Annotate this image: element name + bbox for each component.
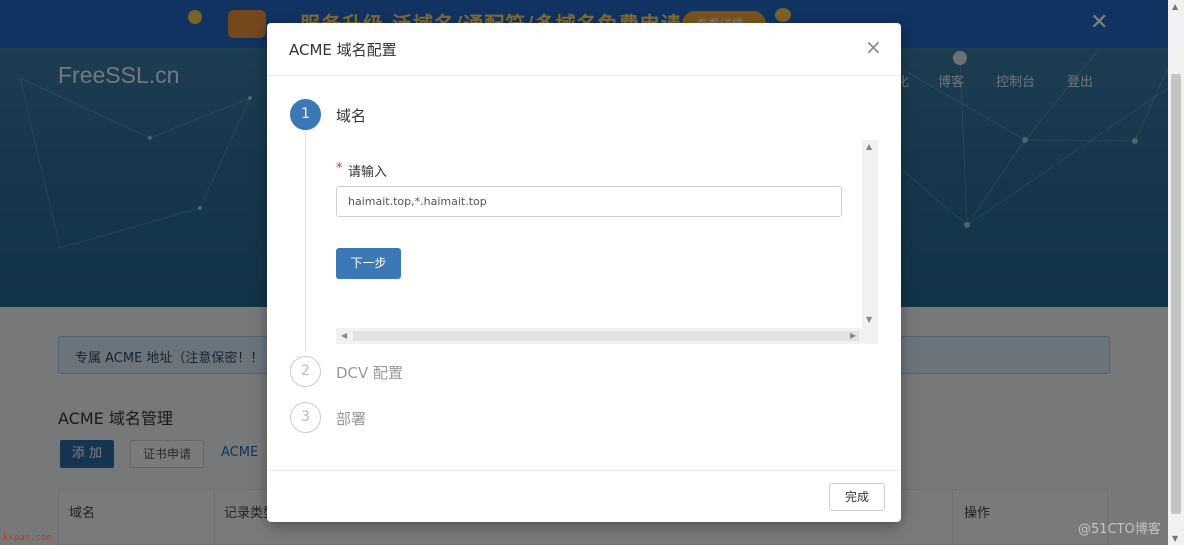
- modal-title: ACME 域名配置: [289, 41, 397, 59]
- step-1-number: 1: [290, 99, 321, 130]
- panel-horizontal-scrollbar[interactable]: ◀ ▶: [336, 328, 878, 344]
- modal-footer: 完成: [267, 470, 901, 523]
- step-2-number: 2: [290, 356, 321, 387]
- step-connector: [305, 130, 306, 351]
- domain-field-label: 请输入: [348, 165, 388, 180]
- close-icon[interactable]: ×: [865, 37, 882, 57]
- step-1-title: 域名: [336, 107, 367, 125]
- modal-header: ACME 域名配置 ×: [267, 23, 901, 76]
- scroll-down-icon[interactable]: ▼: [1172, 534, 1178, 543]
- watermark-right: @51CTO博客: [1078, 522, 1161, 537]
- scroll-right-icon[interactable]: ▶: [850, 331, 856, 340]
- page-scrollbar[interactable]: ▲ ▼: [1168, 0, 1184, 545]
- step-2-title: DCV 配置: [336, 364, 404, 382]
- scroll-up-icon[interactable]: ▲: [1172, 2, 1178, 11]
- acme-config-modal: ACME 域名配置 × 1 域名 * 请输入 下一步 ▲ ▼ ◀ ▶ 2 DCV…: [267, 23, 901, 522]
- scroll-down-icon[interactable]: ▼: [866, 315, 872, 324]
- domain-input[interactable]: [336, 186, 842, 217]
- step-3-number: 3: [290, 402, 321, 433]
- step-1-panel: * 请输入 下一步: [336, 140, 878, 344]
- scroll-left-icon[interactable]: ◀: [341, 331, 347, 340]
- done-button[interactable]: 完成: [829, 483, 885, 511]
- required-mark: *: [336, 161, 343, 176]
- panel-vertical-scrollbar[interactable]: ▲ ▼: [862, 140, 878, 328]
- page-scroll-thumb[interactable]: [1171, 74, 1181, 514]
- step-3-title: 部署: [336, 410, 367, 428]
- watermark-left: kkpan.com: [3, 533, 52, 543]
- next-step-button[interactable]: 下一步: [336, 248, 401, 279]
- horizontal-scroll-thumb[interactable]: [353, 331, 859, 341]
- scroll-up-icon[interactable]: ▲: [866, 142, 872, 151]
